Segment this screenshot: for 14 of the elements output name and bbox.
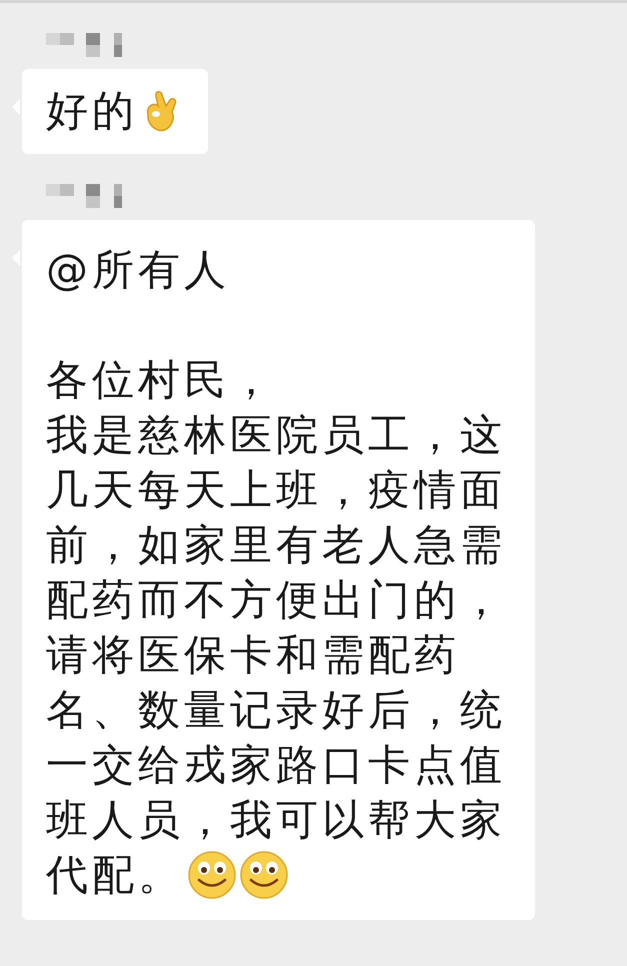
message-text: 班人员，我可以帮大家 <box>46 794 506 846</box>
message-text: 名、数量记录好后，统 <box>46 684 506 736</box>
message-text: 我是慈林医院员工，这 <box>46 409 506 461</box>
message-text: 请将医保卡和需配药 <box>46 629 460 681</box>
message-text: @所有人 <box>46 244 230 296</box>
message-text: 好的 <box>46 85 138 137</box>
message-text: 代配。 <box>46 849 184 901</box>
message-text: 各位村民， <box>46 354 276 406</box>
message-text: 几天每天上班，疫情面 <box>46 464 506 516</box>
message-text: 一交给戎家路口卡点值 <box>46 739 506 791</box>
message-text: 前，如家里有老人急需 <box>46 519 506 571</box>
smiley-icon <box>188 850 236 898</box>
smiley-icon <box>240 850 288 898</box>
message-text: 配药而不方便出门的， <box>46 574 506 626</box>
